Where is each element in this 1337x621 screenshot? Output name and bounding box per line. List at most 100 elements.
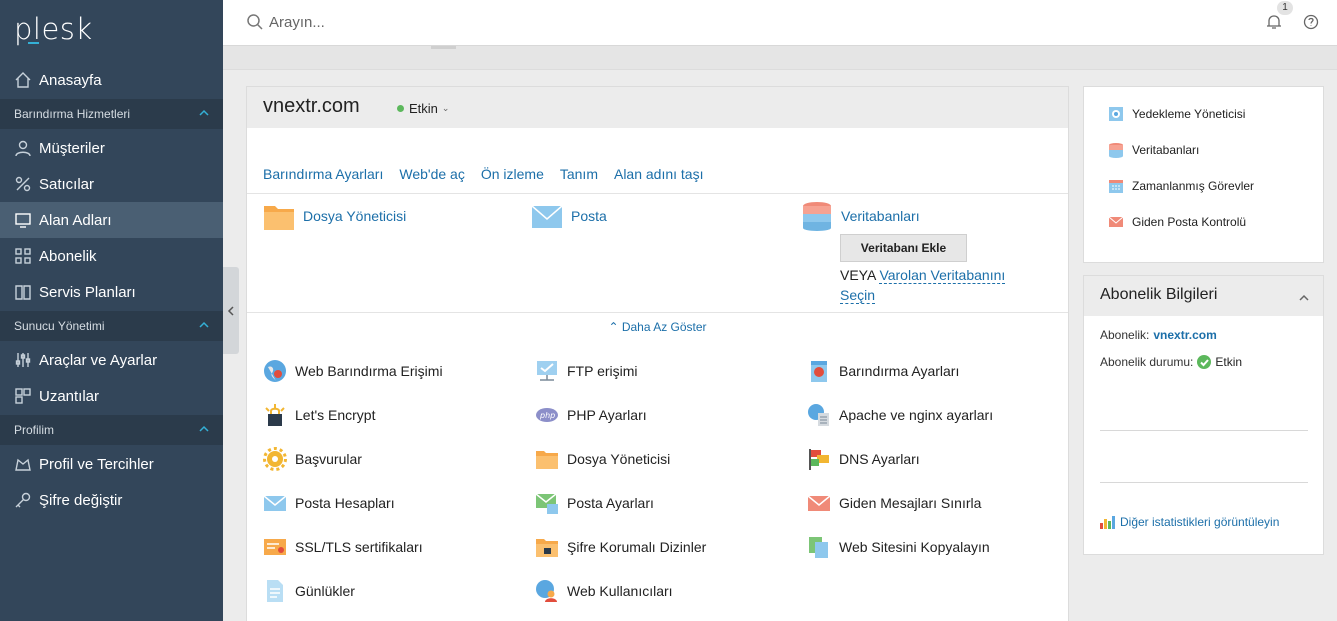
quick-link-label: Zamanlanmış Görevler (1132, 179, 1255, 193)
sidebar-item-sifre[interactable]: Şifre değiştir (0, 482, 223, 518)
tool-label: FTP erişimi (567, 363, 638, 379)
database-icon (803, 202, 831, 231)
notification-bell-icon[interactable] (1265, 13, 1283, 31)
tool-apache-nginx[interactable]: Apache ve nginx ayarları (807, 403, 993, 427)
tool-mail-accounts[interactable]: Posta Hesapları (263, 491, 395, 515)
mail-icon (263, 491, 287, 515)
chevron-up-icon (199, 423, 209, 433)
tool-label: Web Sitesini Kopyalayın (839, 539, 990, 555)
tool-lets-encrypt[interactable]: Let's Encrypt (263, 403, 376, 427)
sidebar-item-musteriler[interactable]: Müşteriler (0, 130, 223, 166)
quick-link-outgoing-mail[interactable]: Giden Posta Kontrolü (1108, 214, 1246, 230)
section-server[interactable]: Sunucu Yönetimi (0, 311, 223, 341)
sub-bar (223, 46, 1337, 70)
gear-icon (263, 447, 287, 471)
tool-php-settings[interactable]: php PHP Ayarları (535, 403, 647, 427)
sidebar-item-saticilar[interactable]: Satıcılar (0, 166, 223, 202)
link-preview[interactable]: Ön izleme (481, 166, 544, 182)
show-less-link[interactable]: ⌃ Daha Az Göster (247, 320, 1068, 334)
tool-copy-website[interactable]: Web Sitesini Kopyalayın (807, 535, 990, 559)
chevron-up-icon (199, 107, 209, 117)
locked-folder-icon (535, 535, 559, 559)
sidebar-item-servis-planlari[interactable]: Servis Planları (0, 274, 223, 310)
tool-web-users[interactable]: Web Kullanıcıları (535, 579, 673, 603)
sidebar-collapse-handle[interactable] (223, 267, 239, 354)
tool-password-protected-dirs[interactable]: Şifre Korumalı Dizinler (535, 535, 706, 559)
sidebar-item-araclar[interactable]: Araçlar ve Ayarlar (0, 342, 223, 378)
notification-badge: 1 (1277, 1, 1293, 15)
sidebar-item-uzantilar[interactable]: Uzantılar (0, 378, 223, 414)
sidebar-item-label: Araçlar ve Ayarlar (39, 351, 158, 369)
status-label: Abonelik durumu: (1100, 355, 1194, 369)
plesk-logo[interactable]: plesk (14, 12, 93, 46)
tool-label: Let's Encrypt (295, 407, 376, 423)
link-hosting-settings[interactable]: Barındırma Ayarları (263, 166, 383, 182)
status-dot (397, 105, 404, 112)
subscription-value[interactable]: vnextr.com (1153, 328, 1216, 342)
search-input[interactable] (269, 11, 769, 33)
databases-link[interactable]: Veritabanları (801, 201, 920, 231)
search-icon (246, 13, 264, 31)
tool-hosting-settings[interactable]: Barındırma Ayarları (807, 359, 959, 383)
tool-mail-settings[interactable]: Posta Ayarları (535, 491, 654, 515)
quick-links-panel: Yedekleme Yöneticisi Veritabanları Zaman… (1083, 86, 1324, 263)
tool-label: PHP Ayarları (567, 407, 647, 423)
link-open-web[interactable]: Web'de aç (399, 166, 464, 182)
tool-label: Web Barındırma Erişimi (295, 363, 443, 379)
tool-dns-settings[interactable]: DNS Ayarları (807, 447, 920, 471)
chevron-up-icon: ⌃ (608, 320, 619, 334)
globe-user-icon (263, 359, 287, 383)
tool-ftp-access[interactable]: FTP erişimi (535, 359, 638, 383)
sidebar-item-alan-adlari[interactable]: Alan Adları (0, 202, 223, 238)
tool-label: Günlükler (295, 583, 355, 599)
show-less-label: Daha Az Göster (621, 320, 707, 334)
quick-link-label: Yedekleme Yöneticisi (1132, 107, 1246, 121)
link-move-domain[interactable]: Alan adını taşı (614, 166, 704, 182)
sidebar-item-abonelik[interactable]: Abonelik (0, 238, 223, 274)
sidebar-item-label: Alan Adları (39, 211, 112, 229)
chevron-up-icon (199, 319, 209, 329)
add-database-button[interactable]: Veritabanı Ekle (840, 234, 967, 262)
tool-label: Şifre Korumalı Dizinler (567, 539, 707, 555)
sidebar-item-label: Müşteriler (39, 139, 105, 157)
domain-status-dropdown[interactable]: Etkin ⌄ (397, 101, 449, 116)
web-user-icon (535, 579, 559, 603)
domain-card: vnextr.com Etkin ⌄ Barındırma Ayarları W… (246, 86, 1069, 621)
sidebar-item-profil[interactable]: Profil ve Tercihler (0, 446, 223, 482)
tool-file-manager[interactable]: Dosya Yöneticisi (535, 447, 670, 471)
copy-icon (807, 535, 831, 559)
tool-applications[interactable]: Başvurular (263, 447, 362, 471)
tool-limit-outgoing[interactable]: Giden Mesajları Sınırla (807, 491, 981, 515)
sidebar-item-label: Profil ve Tercihler (39, 455, 154, 473)
sidebar-item-label: Satıcılar (39, 175, 95, 193)
subscription-info-panel: Abonelik Bilgileri Abonelik: vnextr.com … (1083, 275, 1324, 555)
databases-label: Veritabanları (841, 208, 920, 224)
key-icon (14, 491, 32, 509)
section-profile[interactable]: Profilim (0, 415, 223, 445)
sliders-icon (14, 351, 32, 369)
section-hosting[interactable]: Barındırma Hizmetleri (0, 99, 223, 129)
quick-link-databases[interactable]: Veritabanları (1108, 142, 1199, 158)
help-icon[interactable] (1303, 14, 1319, 30)
check-icon (1197, 355, 1212, 369)
extensions-icon (14, 387, 32, 405)
status-value: Etkin (1215, 355, 1243, 369)
ftp-icon (535, 359, 559, 383)
divider (247, 193, 1068, 194)
tool-ssl-certificates[interactable]: SSL/TLS sertifikaları (263, 535, 423, 559)
chevron-left-icon (227, 305, 234, 316)
mail-link[interactable]: Posta (531, 201, 607, 231)
tool-logs[interactable]: Günlükler (263, 579, 355, 603)
domain-links: Barındırma Ayarları Web'de aç Ön izleme … (263, 166, 704, 182)
tool-label: Dosya Yöneticisi (567, 451, 671, 467)
view-stats-link[interactable]: Diğer istatistikleri görüntüleyin (1100, 515, 1279, 529)
domain-name[interactable]: vnextr.com (263, 95, 360, 118)
subscription-panel-header[interactable]: Abonelik Bilgileri (1084, 276, 1323, 316)
link-description[interactable]: Tanım (560, 166, 598, 182)
file-manager-link[interactable]: Dosya Yöneticisi (263, 201, 406, 231)
quick-link-scheduled-tasks[interactable]: Zamanlanmış Görevler (1108, 178, 1254, 194)
select-database-text: VEYA Varolan Veritabanını Seçin (840, 265, 1020, 305)
quick-link-backup[interactable]: Yedekleme Yöneticisi (1108, 106, 1245, 122)
tool-web-hosting-access[interactable]: Web Barındırma Erişimi (263, 359, 443, 383)
sidebar-item-anasayfa[interactable]: Anasayfa (0, 62, 223, 98)
